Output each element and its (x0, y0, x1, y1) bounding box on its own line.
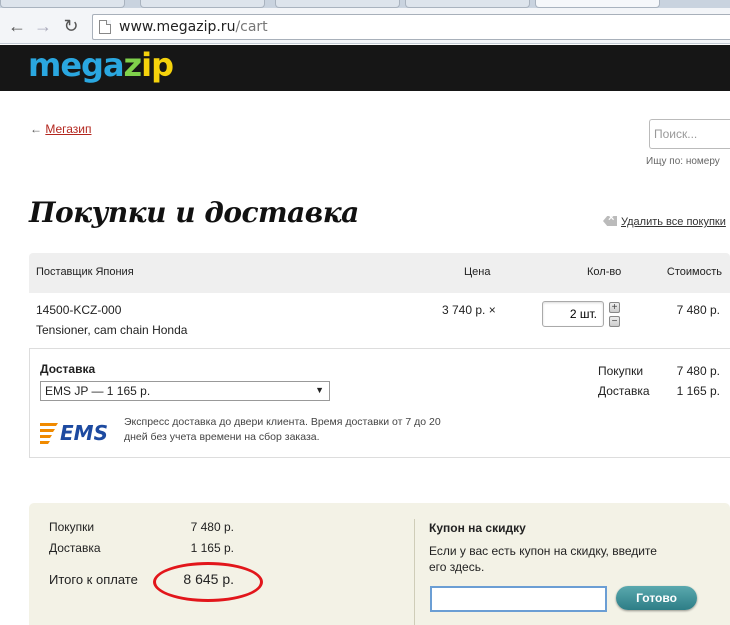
browser-toolbar: ← → ↻ www.megazip.ru/cart (0, 8, 730, 44)
megazip-logo[interactable]: megazip (28, 46, 174, 84)
delivery-description: Экспресс доставка до двери клиента. Врем… (124, 416, 441, 443)
coupon-text: Если у вас есть купон на скидку, введите… (429, 544, 657, 574)
back-link[interactable]: ← Мегазип (30, 122, 92, 136)
page-title: Покупки и доставка (29, 196, 359, 229)
search-hint[interactable]: Ищу по: номеру (646, 156, 720, 167)
totals-purchases-label: Покупки (49, 520, 95, 534)
url-text: www.megazip.ru/cart (119, 19, 268, 35)
page-icon (99, 20, 111, 34)
order-totals: Покупки 7 480 р. Доставка 1 165 р. Итого… (29, 503, 730, 625)
divider (414, 519, 415, 625)
coupon-input[interactable] (430, 586, 607, 612)
delivery-summary-values: 7 480 р. 1 165 р. (676, 364, 720, 398)
ems-logo-text: EMS (60, 421, 108, 445)
col-cost: Стоимость (666, 266, 722, 278)
quantity-input[interactable] (542, 301, 604, 327)
ems-logo: EMS (40, 421, 108, 445)
delete-icon (603, 216, 617, 226)
totals-delivery-value: 1 165 р. (190, 541, 234, 555)
forward-icon[interactable]: → (32, 16, 54, 36)
cart-table-header: Поставщик Япония Цена Кол-во Стоимость (29, 253, 730, 293)
delivery-section: Доставка EMS JP — 1 165 р. ▼ EMS Экспрес… (29, 348, 730, 458)
browser-tab-active[interactable] (535, 0, 660, 8)
coupon-submit-button[interactable]: Готово (616, 586, 697, 610)
browser-tab-strip (0, 0, 730, 8)
arrow-left-icon: ← (30, 122, 42, 136)
delivery-method-select[interactable]: EMS JP — 1 165 р. ▼ (40, 381, 330, 401)
col-price: Цена (464, 266, 491, 278)
delivery-label: Доставка (40, 362, 96, 376)
address-bar[interactable]: www.megazip.ru/cart (92, 14, 730, 40)
reload-icon[interactable]: ↻ (60, 16, 82, 36)
unit-price: 3 740 р. × (442, 303, 496, 317)
chevron-down-icon: ▼ (315, 385, 324, 395)
decrease-qty-icon[interactable]: − (609, 316, 620, 327)
increase-qty-icon[interactable]: + (609, 302, 620, 313)
browser-tab[interactable] (405, 0, 530, 8)
grand-total-label: Итого к оплате (49, 572, 138, 587)
highlight-ellipse (153, 562, 263, 602)
browser-tab[interactable] (275, 0, 400, 8)
delivery-summary-labels: Покупки Доставка (598, 364, 650, 398)
clear-all-link[interactable]: Удалить все покупки (603, 216, 726, 228)
part-number: 14500-KCZ-000 (36, 303, 122, 317)
line-cost: 7 480 р. (676, 303, 720, 317)
back-icon[interactable]: ← (6, 16, 28, 36)
site-header: megazip (0, 45, 730, 91)
browser-tab[interactable] (140, 0, 265, 8)
totals-delivery-label: Доставка (49, 541, 101, 555)
part-name: Tensioner, cam chain Honda (36, 323, 188, 337)
table-row: 14500-KCZ-000 Tensioner, cam chain Honda… (29, 293, 730, 349)
col-qty: Кол-во (587, 266, 622, 278)
browser-tab[interactable] (0, 0, 125, 8)
totals-purchases-value: 7 480 р. (190, 520, 234, 534)
coupon-title: Купон на скидку (429, 521, 526, 535)
search-input[interactable] (649, 119, 730, 149)
col-supplier: Поставщик Япония (36, 266, 134, 278)
